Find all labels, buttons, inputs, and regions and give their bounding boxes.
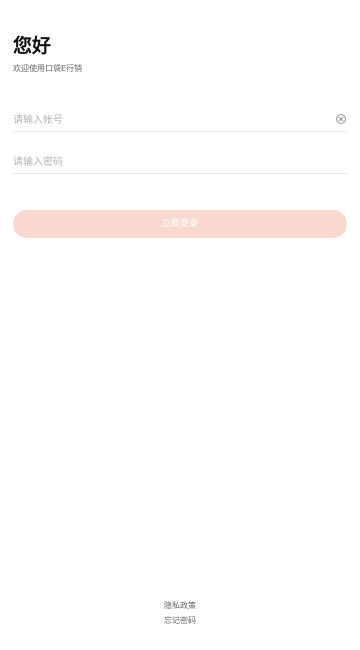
welcome-subtitle: 欢迎使用口袋E行销 [13, 64, 83, 73]
login-button[interactable]: 立即登录 [13, 210, 347, 238]
account-field-row [13, 109, 347, 132]
page-title: 您好 [13, 35, 52, 57]
password-input[interactable] [13, 151, 323, 173]
clear-icon[interactable] [336, 114, 346, 124]
login-screen: 您好 欢迎使用口袋E行销 立即登录 隐私政策 忘记密码 [0, 0, 360, 650]
account-input[interactable] [13, 109, 323, 131]
forgot-password-link[interactable]: 忘记密码 [0, 616, 360, 626]
password-field-row [13, 151, 347, 174]
privacy-policy-link[interactable]: 隐私政策 [0, 601, 360, 611]
x-mark-icon [338, 116, 344, 122]
